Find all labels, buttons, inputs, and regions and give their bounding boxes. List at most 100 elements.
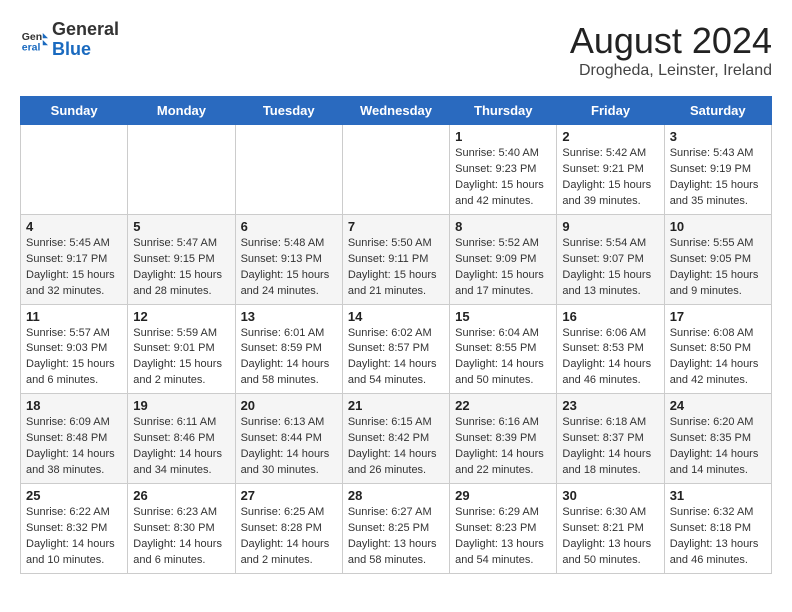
day-info: Sunrise: 5:55 AM Sunset: 9:05 PM Dayligh…	[670, 236, 766, 300]
calendar-cell: 10 Sunrise: 5:55 AM Sunset: 9:05 PM Dayli…	[664, 214, 771, 304]
calendar-cell: 25 Sunrise: 6:22 AM Sunset: 8:32 PM Dayli…	[21, 484, 128, 574]
weekday-header: Saturday	[664, 97, 771, 125]
logo-general-text: General	[52, 19, 119, 39]
day-number: 1	[455, 129, 551, 144]
calendar-cell: 26 Sunrise: 6:23 AM Sunset: 8:30 PM Dayli…	[128, 484, 235, 574]
day-number: 21	[348, 398, 444, 413]
calendar-table: SundayMondayTuesdayWednesdayThursdayFrid…	[20, 96, 772, 574]
calendar-cell: 8Sunrise: 5:52 AM Sunset: 9:09 PM Daylig…	[450, 214, 557, 304]
title-area: August 2024 Drogheda, Leinster, Ireland	[570, 20, 772, 80]
weekday-header: Sunday	[21, 97, 128, 125]
calendar-week-row: 25 Sunrise: 6:22 AM Sunset: 8:32 PM Dayli…	[21, 484, 772, 574]
day-number: 29	[455, 488, 551, 503]
calendar-cell: 17 Sunrise: 6:08 AM Sunset: 8:50 PM Dayli…	[664, 304, 771, 394]
day-number: 5	[133, 219, 229, 234]
day-info: Sunrise: 6:27 AM Sunset: 8:25 PM Dayligh…	[348, 505, 444, 569]
day-number: 27	[241, 488, 337, 503]
calendar-cell: 23 Sunrise: 6:18 AM Sunset: 8:37 PM Dayli…	[557, 394, 664, 484]
calendar-body: 1 Sunrise: 5:40 AM Sunset: 9:23 PM Daylig…	[21, 125, 772, 574]
day-number: 28	[348, 488, 444, 503]
calendar-cell: 20Sunrise: 6:13 AM Sunset: 8:44 PM Dayli…	[235, 394, 342, 484]
day-number: 7	[348, 219, 444, 234]
day-info: Sunrise: 5:45 AM Sunset: 9:17 PM Dayligh…	[26, 236, 122, 300]
calendar-cell: 4 Sunrise: 5:45 AM Sunset: 9:17 PM Daylig…	[21, 214, 128, 304]
day-info: Sunrise: 6:30 AM Sunset: 8:21 PM Dayligh…	[562, 505, 658, 569]
calendar-cell: 29 Sunrise: 6:29 AM Sunset: 8:23 PM Dayli…	[450, 484, 557, 574]
calendar-cell: 31Sunrise: 6:32 AM Sunset: 8:18 PM Dayli…	[664, 484, 771, 574]
day-info: Sunrise: 6:02 AM Sunset: 8:57 PM Dayligh…	[348, 326, 444, 390]
day-number: 3	[670, 129, 766, 144]
day-number: 13	[241, 309, 337, 324]
day-number: 31	[670, 488, 766, 503]
day-info: Sunrise: 6:15 AM Sunset: 8:42 PM Dayligh…	[348, 415, 444, 479]
day-number: 30	[562, 488, 658, 503]
day-info: Sunrise: 6:08 AM Sunset: 8:50 PM Dayligh…	[670, 326, 766, 390]
day-number: 17	[670, 309, 766, 324]
calendar-cell: 18Sunrise: 6:09 AM Sunset: 8:48 PM Dayli…	[21, 394, 128, 484]
day-number: 18	[26, 398, 122, 413]
weekday-header: Tuesday	[235, 97, 342, 125]
calendar-cell	[128, 125, 235, 215]
day-number: 23	[562, 398, 658, 413]
calendar-week-row: 18Sunrise: 6:09 AM Sunset: 8:48 PM Dayli…	[21, 394, 772, 484]
day-info: Sunrise: 6:23 AM Sunset: 8:30 PM Dayligh…	[133, 505, 229, 569]
calendar-cell	[21, 125, 128, 215]
day-number: 24	[670, 398, 766, 413]
day-info: Sunrise: 6:25 AM Sunset: 8:28 PM Dayligh…	[241, 505, 337, 569]
day-info: Sunrise: 5:57 AM Sunset: 9:03 PM Dayligh…	[26, 326, 122, 390]
calendar-week-row: 1 Sunrise: 5:40 AM Sunset: 9:23 PM Daylig…	[21, 125, 772, 215]
day-info: Sunrise: 5:40 AM Sunset: 9:23 PM Dayligh…	[455, 146, 551, 210]
day-info: Sunrise: 6:29 AM Sunset: 8:23 PM Dayligh…	[455, 505, 551, 569]
calendar-cell: 28 Sunrise: 6:27 AM Sunset: 8:25 PM Dayli…	[342, 484, 449, 574]
calendar-cell: 6 Sunrise: 5:48 AM Sunset: 9:13 PM Daylig…	[235, 214, 342, 304]
day-info: Sunrise: 5:52 AM Sunset: 9:09 PM Dayligh…	[455, 236, 551, 300]
calendar-cell: 12Sunrise: 5:59 AM Sunset: 9:01 PM Dayli…	[128, 304, 235, 394]
day-info: Sunrise: 5:42 AM Sunset: 9:21 PM Dayligh…	[562, 146, 658, 210]
calendar-cell: 5 Sunrise: 5:47 AM Sunset: 9:15 PM Daylig…	[128, 214, 235, 304]
calendar-week-row: 4 Sunrise: 5:45 AM Sunset: 9:17 PM Daylig…	[21, 214, 772, 304]
logo-icon: Gen eral	[20, 26, 48, 54]
calendar-cell: 24Sunrise: 6:20 AM Sunset: 8:35 PM Dayli…	[664, 394, 771, 484]
day-number: 25	[26, 488, 122, 503]
logo: Gen eral General Blue	[20, 20, 119, 60]
calendar-title: August 2024	[570, 20, 772, 62]
day-number: 14	[348, 309, 444, 324]
day-number: 11	[26, 309, 122, 324]
calendar-header: SundayMondayTuesdayWednesdayThursdayFrid…	[21, 97, 772, 125]
calendar-cell: 22Sunrise: 6:16 AM Sunset: 8:39 PM Dayli…	[450, 394, 557, 484]
page-header: Gen eral General Blue August 2024 Droghe…	[20, 20, 772, 80]
day-info: Sunrise: 5:48 AM Sunset: 9:13 PM Dayligh…	[241, 236, 337, 300]
calendar-cell: 21 Sunrise: 6:15 AM Sunset: 8:42 PM Dayli…	[342, 394, 449, 484]
day-number: 9	[562, 219, 658, 234]
weekday-header: Monday	[128, 97, 235, 125]
weekday-header: Wednesday	[342, 97, 449, 125]
day-info: Sunrise: 6:13 AM Sunset: 8:44 PM Dayligh…	[241, 415, 337, 479]
calendar-cell: 13Sunrise: 6:01 AM Sunset: 8:59 PM Dayli…	[235, 304, 342, 394]
day-info: Sunrise: 6:06 AM Sunset: 8:53 PM Dayligh…	[562, 326, 658, 390]
day-number: 2	[562, 129, 658, 144]
calendar-cell	[235, 125, 342, 215]
day-info: Sunrise: 6:18 AM Sunset: 8:37 PM Dayligh…	[562, 415, 658, 479]
day-number: 4	[26, 219, 122, 234]
day-number: 19	[133, 398, 229, 413]
calendar-cell: 16 Sunrise: 6:06 AM Sunset: 8:53 PM Dayli…	[557, 304, 664, 394]
day-info: Sunrise: 6:04 AM Sunset: 8:55 PM Dayligh…	[455, 326, 551, 390]
calendar-week-row: 11 Sunrise: 5:57 AM Sunset: 9:03 PM Dayli…	[21, 304, 772, 394]
calendar-cell: 30 Sunrise: 6:30 AM Sunset: 8:21 PM Dayli…	[557, 484, 664, 574]
calendar-cell: 15Sunrise: 6:04 AM Sunset: 8:55 PM Dayli…	[450, 304, 557, 394]
calendar-cell: 7 Sunrise: 5:50 AM Sunset: 9:11 PM Daylig…	[342, 214, 449, 304]
day-info: Sunrise: 5:50 AM Sunset: 9:11 PM Dayligh…	[348, 236, 444, 300]
svg-text:eral: eral	[22, 41, 41, 53]
logo-blue-text: Blue	[52, 39, 91, 59]
day-number: 22	[455, 398, 551, 413]
calendar-cell: 3Sunrise: 5:43 AM Sunset: 9:19 PM Daylig…	[664, 125, 771, 215]
day-info: Sunrise: 6:22 AM Sunset: 8:32 PM Dayligh…	[26, 505, 122, 569]
day-number: 26	[133, 488, 229, 503]
day-number: 10	[670, 219, 766, 234]
calendar-cell: 14 Sunrise: 6:02 AM Sunset: 8:57 PM Dayli…	[342, 304, 449, 394]
calendar-cell: 11 Sunrise: 5:57 AM Sunset: 9:03 PM Dayli…	[21, 304, 128, 394]
day-info: Sunrise: 5:54 AM Sunset: 9:07 PM Dayligh…	[562, 236, 658, 300]
day-number: 16	[562, 309, 658, 324]
day-number: 6	[241, 219, 337, 234]
day-info: Sunrise: 5:47 AM Sunset: 9:15 PM Dayligh…	[133, 236, 229, 300]
